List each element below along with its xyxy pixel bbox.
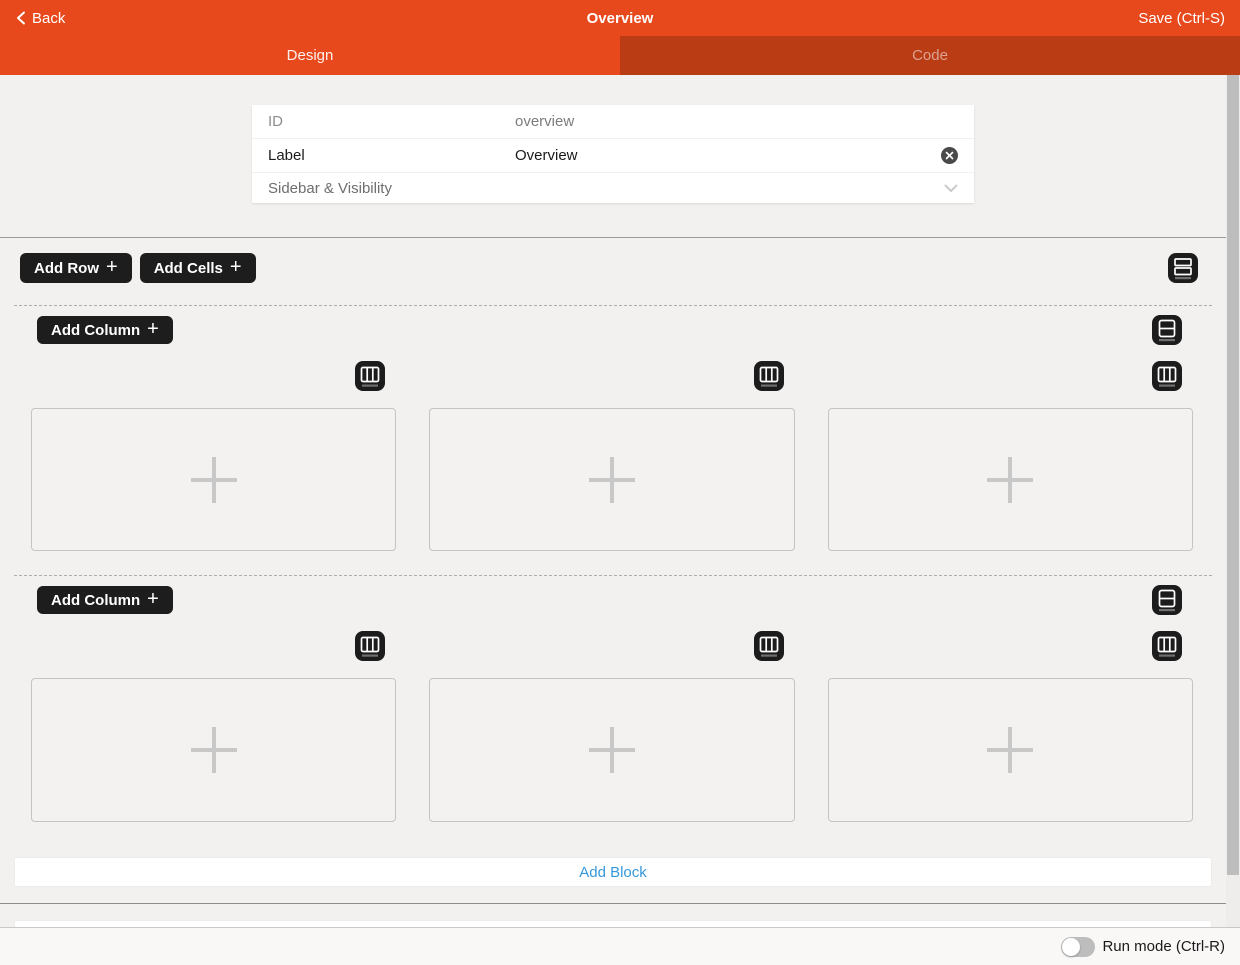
id-field[interactable]: overview bbox=[515, 113, 958, 130]
clear-label-button[interactable] bbox=[941, 147, 958, 164]
add-content-plus-icon bbox=[984, 724, 1036, 776]
column-settings-button[interactable] bbox=[754, 361, 784, 391]
add-cells-button[interactable]: Add Cells + bbox=[140, 253, 256, 283]
main-content: ID overview Label Overview Sidebar & Vis… bbox=[0, 75, 1226, 927]
plus-icon: + bbox=[106, 257, 118, 277]
back-button[interactable]: Back bbox=[15, 10, 65, 27]
back-chevron-icon bbox=[15, 11, 27, 25]
add-row-button[interactable]: Add Row + bbox=[20, 253, 132, 283]
run-mode-toggle[interactable] bbox=[1061, 937, 1095, 957]
sidebar-visibility-label: Sidebar & Visibility bbox=[268, 180, 944, 197]
tab-bar: Design Code bbox=[0, 36, 1240, 75]
add-content-plus-icon bbox=[188, 724, 240, 776]
plus-icon: + bbox=[147, 319, 159, 339]
scrollbar-thumb[interactable] bbox=[1227, 75, 1239, 875]
columns-icon bbox=[757, 364, 781, 388]
columns-icon bbox=[1155, 634, 1179, 658]
column-settings-button[interactable] bbox=[1152, 631, 1182, 661]
status-bar: Run mode (Ctrl-R) bbox=[0, 927, 1240, 965]
designer-toolbar: Add Row + Add Cells + bbox=[0, 238, 1226, 283]
row-section: Add Column + bbox=[0, 576, 1226, 822]
run-mode-label: Run mode (Ctrl-R) bbox=[1102, 938, 1225, 955]
id-label: ID bbox=[268, 113, 515, 130]
column-settings-button[interactable] bbox=[754, 631, 784, 661]
empty-cell-dropzone[interactable] bbox=[828, 678, 1193, 822]
add-column-label: Add Column bbox=[51, 322, 140, 339]
row-split-icon bbox=[1156, 318, 1178, 342]
columns-icon bbox=[358, 634, 382, 658]
empty-cell-dropzone[interactable] bbox=[429, 678, 794, 822]
rows-layout-icon bbox=[1172, 256, 1194, 280]
add-content-plus-icon bbox=[188, 454, 240, 506]
columns-icon bbox=[1155, 364, 1179, 388]
empty-cell-dropzone[interactable] bbox=[429, 408, 794, 551]
column-settings-button[interactable] bbox=[355, 361, 385, 391]
empty-cell-dropzone[interactable] bbox=[31, 408, 396, 551]
property-row-label: Label Overview bbox=[252, 139, 974, 173]
row-split-icon bbox=[1156, 588, 1178, 612]
tab-design[interactable]: Design bbox=[0, 36, 620, 75]
toggle-knob bbox=[1062, 938, 1080, 956]
property-row-id: ID overview bbox=[252, 105, 974, 139]
page-title: Overview bbox=[0, 10, 1240, 27]
properties-panel: ID overview Label Overview Sidebar & Vis… bbox=[252, 105, 974, 203]
sidebar-visibility-expander[interactable]: Sidebar & Visibility bbox=[252, 173, 974, 203]
rows-layout-button[interactable] bbox=[1168, 253, 1198, 283]
add-column-button[interactable]: Add Column + bbox=[37, 586, 173, 614]
label-field[interactable]: Overview bbox=[515, 147, 941, 164]
add-block-button[interactable]: Add Block bbox=[14, 857, 1212, 887]
layout-designer: Add Row + Add Cells + Ad bbox=[0, 237, 1226, 904]
row-section: Add Column + bbox=[0, 306, 1226, 551]
add-column-button[interactable]: Add Column + bbox=[37, 316, 173, 344]
add-content-plus-icon bbox=[586, 454, 638, 506]
columns-icon bbox=[358, 364, 382, 388]
empty-cell-dropzone[interactable] bbox=[828, 408, 1193, 551]
column-settings-button[interactable] bbox=[1152, 361, 1182, 391]
row-settings-button[interactable] bbox=[1152, 315, 1182, 345]
add-content-plus-icon bbox=[984, 454, 1036, 506]
add-cells-label: Add Cells bbox=[154, 260, 223, 277]
column-settings-button[interactable] bbox=[355, 631, 385, 661]
clear-x-icon bbox=[945, 151, 954, 160]
label-label: Label bbox=[268, 147, 515, 164]
vertical-scrollbar bbox=[1226, 75, 1240, 927]
empty-cell-dropzone[interactable] bbox=[31, 678, 396, 822]
chevron-down-icon bbox=[944, 184, 958, 193]
add-column-label: Add Column bbox=[51, 592, 140, 609]
add-content-plus-icon bbox=[586, 724, 638, 776]
add-masonry-button[interactable]: Add Masonry bbox=[14, 920, 1212, 927]
plus-icon: + bbox=[147, 589, 159, 609]
header-bar: Back Overview Save (Ctrl-S) bbox=[0, 0, 1240, 36]
row-settings-button[interactable] bbox=[1152, 585, 1182, 615]
plus-icon: + bbox=[230, 257, 242, 277]
back-label: Back bbox=[32, 10, 65, 27]
add-row-label: Add Row bbox=[34, 260, 99, 277]
save-button[interactable]: Save (Ctrl-S) bbox=[1138, 10, 1225, 27]
columns-icon bbox=[757, 634, 781, 658]
tab-code[interactable]: Code bbox=[620, 36, 1240, 75]
